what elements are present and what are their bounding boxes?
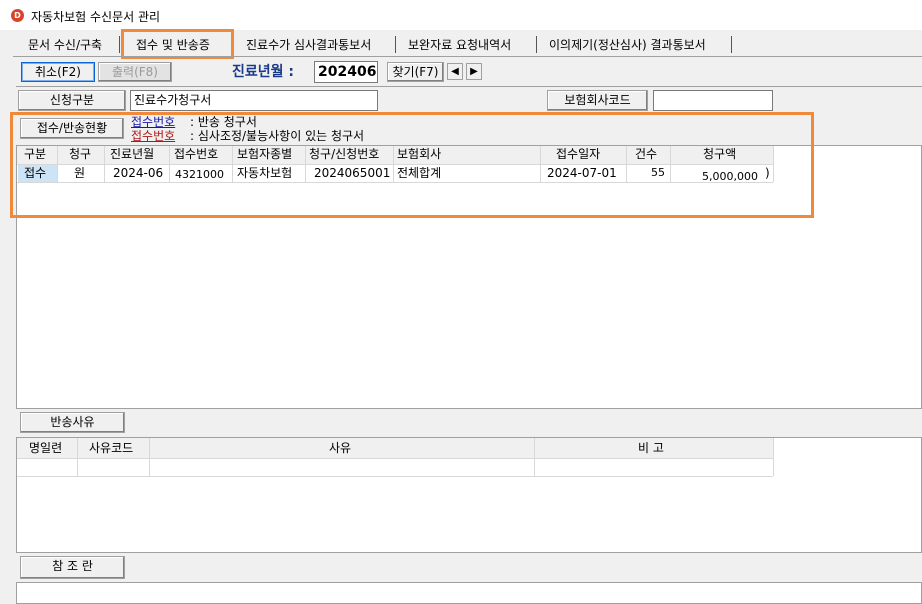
col-header-remarks: 비 고 [638,440,664,457]
app-logo-icon: D [11,9,24,22]
grid-col-line [149,438,150,476]
tab-review-result[interactable]: 진료수가 심사결과통보서 [246,36,371,54]
tab-divider [536,36,537,53]
period-input[interactable]: 202406 [314,61,378,83]
tab-divider [119,36,120,53]
insurer-code-field[interactable] [653,90,773,111]
search-button[interactable]: 찾기(F7) [387,62,444,82]
insurer-code-button[interactable]: 보험회사코드 [547,90,648,111]
grid-highlight-box [10,112,814,218]
reference-textarea[interactable] [16,582,922,604]
request-type-button[interactable]: 신청구분 [18,90,126,111]
window-title: 자동차보험 수신문서 관리 [31,10,161,24]
cancel-button[interactable]: 취소(F2) [21,62,95,82]
tab-divider [395,36,396,53]
triangle-right-icon[interactable]: ▶ [466,63,482,80]
col-header-seq: 명일련 [29,440,63,457]
tab-supplement-request[interactable]: 보완자료 요청내역서 [408,36,511,54]
grid-row-line [17,458,773,459]
col-header-reason-code: 사유코드 [89,440,134,457]
grid-col-line [77,438,78,476]
tab-objection-result[interactable]: 이의제기(정산심사) 결과통보서 [549,36,706,54]
tab-divider [731,36,732,53]
return-reason-button[interactable]: 반송사유 [20,412,125,433]
reference-button[interactable]: 참 조 란 [20,556,125,579]
col-header-reason: 사유 [329,440,352,457]
tab-document-receive[interactable]: 문서 수신/구축 [28,36,102,54]
tab-highlight-box [121,29,234,59]
grid-row-line [17,476,773,477]
filter-divider [16,86,922,87]
triangle-left-icon[interactable]: ◀ [447,63,463,80]
grid-col-line [534,438,535,476]
request-type-field[interactable]: 진료수가청구서 [130,90,378,111]
print-button[interactable]: 출력(F8) [98,62,172,82]
tab-underline [13,56,922,57]
period-label: 진료년월 : [232,64,294,80]
grid-col-line [773,438,774,476]
